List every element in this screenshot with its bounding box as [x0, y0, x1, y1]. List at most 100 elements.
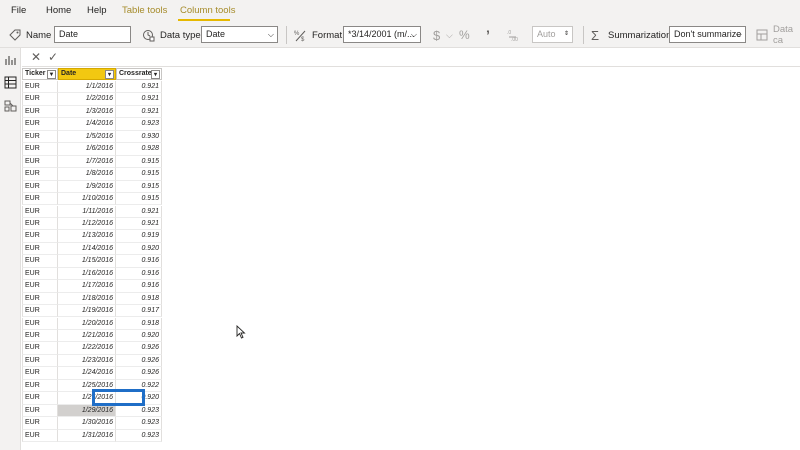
- cell-ticker[interactable]: EUR: [22, 155, 58, 169]
- cell-ticker[interactable]: EUR: [22, 180, 58, 193]
- cell-date[interactable]: 1/3/2016: [58, 105, 116, 119]
- cell-date[interactable]: 1/22/2016: [58, 342, 116, 355]
- cell-crossrate[interactable]: 0.923: [116, 404, 162, 418]
- cell-ticker[interactable]: EUR: [22, 379, 58, 393]
- cell-crossrate[interactable]: 0.921: [116, 217, 162, 231]
- cell-date[interactable]: 1/29/2016: [58, 404, 116, 418]
- cell-crossrate[interactable]: 0.915: [116, 193, 162, 206]
- column-header-crossrate[interactable]: Crossrate ▾: [116, 68, 162, 80]
- cell-crossrate[interactable]: 0.926: [116, 342, 162, 355]
- dropdown-icon[interactable]: ▾: [105, 70, 114, 79]
- cell-date[interactable]: 1/9/2016: [58, 180, 116, 193]
- cell-date[interactable]: 1/8/2016: [58, 168, 116, 181]
- close-icon[interactable]: ✕: [31, 50, 41, 64]
- cell-ticker[interactable]: EUR: [22, 205, 58, 218]
- cell-crossrate[interactable]: 0.917: [116, 305, 162, 318]
- cell-ticker[interactable]: EUR: [22, 81, 58, 94]
- formula-bar[interactable]: ✕ ✓: [22, 48, 800, 67]
- cell-ticker[interactable]: EUR: [22, 404, 58, 418]
- cell-date[interactable]: 1/15/2016: [58, 255, 116, 268]
- cell-crossrate[interactable]: 0.915: [116, 180, 162, 193]
- cell-crossrate[interactable]: 0.923: [116, 417, 162, 430]
- cell-crossrate[interactable]: 0.915: [116, 155, 162, 169]
- cell-crossrate[interactable]: 0.920: [116, 330, 162, 343]
- cell-crossrate[interactable]: 0.918: [116, 292, 162, 306]
- tab-help[interactable]: Help: [87, 5, 107, 16]
- cell-date[interactable]: 1/18/2016: [58, 292, 116, 306]
- cell-crossrate[interactable]: 0.926: [116, 354, 162, 368]
- cell-date[interactable]: 1/19/2016: [58, 305, 116, 318]
- decimals-input[interactable]: Auto ⇕: [532, 26, 573, 43]
- cell-date[interactable]: 1/31/2016: [58, 429, 116, 442]
- data-view-icon[interactable]: [4, 76, 17, 89]
- currency-button[interactable]: $: [433, 22, 440, 48]
- cell-ticker[interactable]: EUR: [22, 342, 58, 355]
- check-icon[interactable]: ✓: [48, 50, 58, 64]
- cell-ticker[interactable]: EUR: [22, 193, 58, 206]
- column-header-date[interactable]: Date ▾: [58, 68, 116, 80]
- cell-ticker[interactable]: EUR: [22, 367, 58, 380]
- cell-date[interactable]: 1/4/2016: [58, 118, 116, 131]
- cell-date[interactable]: 1/11/2016: [58, 205, 116, 218]
- cell-crossrate[interactable]: 0.916: [116, 280, 162, 293]
- tab-column-tools[interactable]: Column tools: [180, 5, 235, 16]
- cell-date[interactable]: 1/5/2016: [58, 130, 116, 144]
- cell-crossrate[interactable]: 0.921: [116, 93, 162, 106]
- tab-file[interactable]: File: [11, 5, 26, 16]
- cell-ticker[interactable]: EUR: [22, 143, 58, 156]
- comma-button[interactable]: ’: [486, 22, 490, 48]
- name-input[interactable]: Date: [54, 26, 131, 43]
- cell-crossrate[interactable]: 0.923: [116, 118, 162, 131]
- summarization-select[interactable]: Don't summarize ⌵: [669, 26, 746, 43]
- cell-ticker[interactable]: EUR: [22, 354, 58, 368]
- cell-crossrate[interactable]: 0.916: [116, 255, 162, 268]
- cell-ticker[interactable]: EUR: [22, 130, 58, 144]
- cell-date[interactable]: 1/2/2016: [58, 93, 116, 106]
- cell-date[interactable]: 1/13/2016: [58, 230, 116, 243]
- cell-date[interactable]: 1/24/2016: [58, 367, 116, 380]
- cell-crossrate[interactable]: 0.921: [116, 205, 162, 218]
- tab-table-tools[interactable]: Table tools: [122, 5, 167, 16]
- cell-date[interactable]: 1/21/2016: [58, 330, 116, 343]
- cell-date[interactable]: 1/6/2016: [58, 143, 116, 156]
- dropdown-icon[interactable]: ▾: [151, 70, 160, 79]
- percent-button[interactable]: %: [459, 22, 470, 48]
- cell-ticker[interactable]: EUR: [22, 230, 58, 243]
- cell-ticker[interactable]: EUR: [22, 118, 58, 131]
- cell-date[interactable]: 1/10/2016: [58, 193, 116, 206]
- cell-ticker[interactable]: EUR: [22, 105, 58, 119]
- cell-ticker[interactable]: EUR: [22, 168, 58, 181]
- cell-date[interactable]: 1/17/2016: [58, 280, 116, 293]
- cell-crossrate[interactable]: 0.921: [116, 105, 162, 119]
- model-view-icon[interactable]: [4, 99, 17, 112]
- cell-ticker[interactable]: EUR: [22, 317, 58, 330]
- cell-ticker[interactable]: EUR: [22, 93, 58, 106]
- cell-ticker[interactable]: EUR: [22, 242, 58, 256]
- cell-date[interactable]: 1/30/2016: [58, 417, 116, 430]
- tab-home[interactable]: Home: [46, 5, 71, 16]
- cell-crossrate[interactable]: 0.915: [116, 168, 162, 181]
- cell-date[interactable]: 1/1/2016: [58, 81, 116, 94]
- cell-ticker[interactable]: EUR: [22, 417, 58, 430]
- report-view-icon[interactable]: [4, 54, 17, 67]
- cell-crossrate[interactable]: 0.926: [116, 367, 162, 380]
- cell-crossrate[interactable]: 0.930: [116, 130, 162, 144]
- cell-ticker[interactable]: EUR: [22, 280, 58, 293]
- data-type-select[interactable]: Date ⌵: [201, 26, 278, 43]
- cell-ticker[interactable]: EUR: [22, 255, 58, 268]
- cell-date[interactable]: 1/12/2016: [58, 217, 116, 231]
- cell-ticker[interactable]: EUR: [22, 429, 58, 442]
- cell-date[interactable]: 1/23/2016: [58, 354, 116, 368]
- cell-ticker[interactable]: EUR: [22, 305, 58, 318]
- cell-date[interactable]: 1/16/2016: [58, 267, 116, 281]
- cell-date[interactable]: 1/14/2016: [58, 242, 116, 256]
- cell-date[interactable]: 1/7/2016: [58, 155, 116, 169]
- cell-crossrate[interactable]: 0.923: [116, 429, 162, 442]
- cell-crossrate[interactable]: 0.920: [116, 242, 162, 256]
- cell-ticker[interactable]: EUR: [22, 292, 58, 306]
- format-select[interactable]: *3/14/2001 (m/... ⌵: [343, 26, 421, 43]
- column-header-ticker[interactable]: Ticker ▼: [22, 68, 58, 80]
- cell-ticker[interactable]: EUR: [22, 217, 58, 231]
- filter-icon[interactable]: ▼: [47, 70, 56, 79]
- cell-date[interactable]: 1/20/2016: [58, 317, 116, 330]
